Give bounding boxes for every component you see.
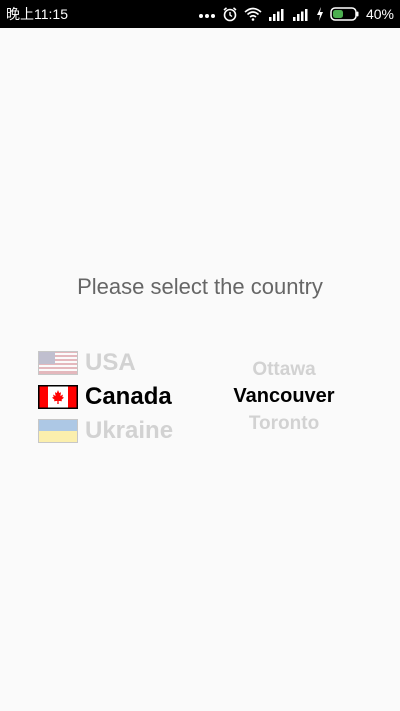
usa-flag-icon <box>38 351 78 375</box>
alarm-icon <box>222 6 238 22</box>
signal-icon <box>292 8 310 21</box>
page-title: Please select the country <box>77 274 323 299</box>
country-label: USA <box>85 349 136 376</box>
battery-icon <box>330 7 360 21</box>
city-item-toronto[interactable]: Toronto <box>214 410 354 437</box>
city-picker[interactable]: Ottawa Vancouver Toronto <box>214 356 354 437</box>
status-time: 晚上11:15 <box>6 6 68 22</box>
ukraine-flag-icon <box>38 419 78 443</box>
more-icon <box>198 7 216 21</box>
wifi-icon <box>244 7 262 21</box>
city-item-vancouver[interactable]: Vancouver <box>214 383 354 410</box>
signal-icon <box>268 8 286 21</box>
country-picker[interactable]: USA Canada Ukraine <box>38 346 208 451</box>
status-bar: 晚上11:15 40% <box>0 0 400 28</box>
canada-flag-icon <box>38 385 78 409</box>
country-item-usa[interactable]: USA <box>38 346 208 380</box>
country-label: Canada <box>85 383 172 410</box>
charging-icon <box>316 7 324 21</box>
country-label: Ukraine <box>85 417 174 444</box>
country-item-ukraine[interactable]: Ukraine <box>38 414 208 448</box>
status-icons: 40% <box>198 6 394 22</box>
city-item-ottawa[interactable]: Ottawa <box>214 356 354 383</box>
country-item-canada[interactable]: Canada <box>38 380 208 414</box>
battery-percentage: 40% <box>365 6 394 22</box>
